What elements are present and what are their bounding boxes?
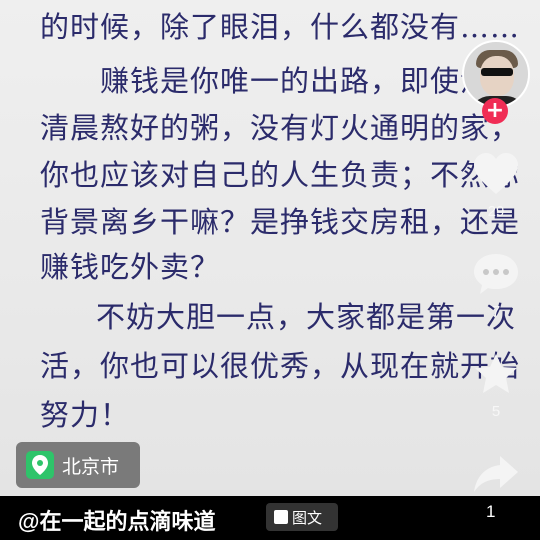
post-type-badge: 图文	[266, 503, 338, 531]
location-pin-icon	[26, 451, 54, 479]
text-line: 背景离乡干嘛？是挣钱交房租，还是	[40, 205, 521, 239]
author-name[interactable]: @在一起的点滴味道	[18, 504, 215, 536]
comment-icon	[474, 254, 518, 294]
share-button[interactable]	[472, 452, 520, 496]
like-count: 29	[487, 203, 505, 220]
comment-count: 7	[491, 303, 501, 320]
text-line: 不妨大胆一点，大家都是第一次	[96, 300, 517, 334]
share-arrow-icon	[474, 456, 518, 492]
post-type-label: 图文	[292, 509, 323, 527]
text-line: 赚钱是你唯一的出路，即使没	[100, 64, 491, 98]
like-button[interactable]	[472, 152, 520, 196]
text-line: 的时候，除了眼泪，什么都没有……	[40, 10, 521, 44]
avatar-glasses	[481, 68, 513, 76]
star-icon	[475, 354, 517, 393]
text-line: 清晨熬好的粥，没有灯火通明的家，	[40, 111, 521, 145]
post-image[interactable]: 的时候，除了眼泪，什么都没有…… 赚钱是你唯一的出路，即使没 清晨熬好的粥，没有…	[0, 0, 540, 496]
location-tag[interactable]: 北京市	[16, 442, 140, 488]
heart-icon	[474, 153, 518, 194]
text-line: 活，你也可以很优秀，从现在就开始	[40, 349, 521, 383]
text-line: 努力！	[40, 398, 131, 432]
avatar-face	[480, 56, 514, 96]
page-indicator: 1	[486, 502, 496, 521]
image-text-icon	[274, 510, 288, 524]
follow-button[interactable]: +	[482, 98, 508, 124]
comment-button[interactable]	[472, 252, 520, 296]
text-line: 赚钱吃外卖？	[40, 250, 221, 284]
text-line: 你也应该对自己的人生负责；不然你	[40, 158, 521, 192]
location-label: 北京市	[62, 456, 120, 478]
favorite-count: 5	[491, 403, 501, 420]
favorite-button[interactable]	[472, 352, 520, 396]
